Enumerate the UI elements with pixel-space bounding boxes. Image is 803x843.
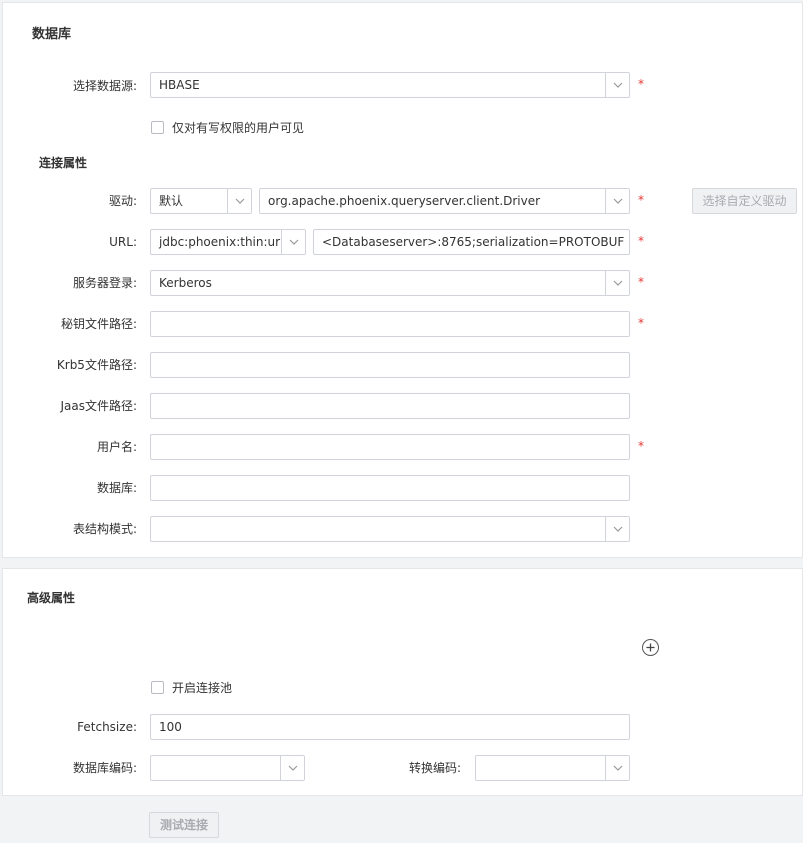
write-permission-label: 仅对有写权限的用户可见 [172, 120, 305, 135]
chevron-down-icon[interactable] [605, 73, 629, 97]
chevron-down-icon[interactable] [227, 189, 251, 213]
plus-circle-icon[interactable] [642, 639, 659, 656]
connection-pool-label: 开启连接池 [172, 680, 233, 695]
schema-label: 表结构模式: [72, 522, 137, 536]
chevron-down-icon[interactable] [605, 756, 629, 780]
chevron-down-icon[interactable] [281, 230, 305, 254]
server-login-value: Kerberos [159, 276, 212, 290]
database-input[interactable] [150, 475, 630, 501]
datasource-label: 选择数据源: [72, 79, 137, 93]
required-mark: * [638, 439, 644, 453]
chevron-down-icon[interactable] [280, 756, 304, 780]
chevron-down-icon[interactable] [605, 189, 629, 213]
driver-label: 驱动: [108, 194, 137, 208]
convert-encoding-select[interactable] [475, 755, 630, 781]
server-login-select[interactable]: Kerberos [150, 270, 630, 296]
test-connection-button[interactable]: 测试连接 [149, 812, 219, 838]
driver-type-select[interactable]: 默认 [150, 188, 252, 214]
username-label: 用户名: [96, 440, 137, 454]
db-encoding-label: 数据库编码: [72, 761, 137, 775]
schema-select[interactable] [150, 516, 630, 542]
chevron-down-icon[interactable] [605, 517, 629, 541]
username-input[interactable] [150, 434, 630, 460]
database-label: 数据库: [96, 481, 137, 495]
advanced-section-title: 高级属性 [27, 591, 76, 605]
jaas-path-input[interactable] [150, 393, 630, 419]
write-permission-checkbox-row[interactable]: 仅对有写权限的用户可见 [151, 119, 304, 135]
custom-driver-button[interactable]: 选择自定义驱动 [692, 188, 797, 214]
required-mark: * [638, 275, 644, 289]
required-mark: * [638, 316, 644, 330]
fetchsize-input[interactable]: 100 [150, 714, 630, 740]
database-panel: 数据库 选择数据源: HBASE * 仅对有写权限的用户可见 连接属性 驱动: … [2, 2, 803, 558]
convert-encoding-label: 转换编码: [408, 761, 461, 775]
datasource-select[interactable]: HBASE [150, 72, 630, 98]
connection-pool-checkbox-row[interactable]: 开启连接池 [151, 679, 232, 695]
connection-pool-checkbox[interactable] [151, 680, 164, 694]
required-mark: * [638, 234, 644, 248]
keytab-path-input[interactable] [150, 311, 630, 337]
write-permission-checkbox[interactable] [151, 120, 164, 134]
required-mark: * [638, 77, 644, 91]
server-login-label: 服务器登录: [72, 276, 137, 290]
database-section-title: 数据库 [32, 27, 72, 42]
db-encoding-select[interactable] [150, 755, 305, 781]
jaas-path-label: Jaas文件路径: [60, 399, 137, 413]
krb5-path-label: Krb5文件路径: [56, 358, 137, 372]
connection-section-title: 连接属性 [39, 156, 88, 170]
required-mark: * [638, 193, 644, 207]
fetchsize-label: Fetchsize: [77, 720, 137, 734]
url-label: URL: [109, 235, 137, 249]
keytab-path-label: 秘钥文件路径: [60, 317, 137, 331]
driver-type-value: 默认 [159, 194, 184, 208]
advanced-panel: 高级属性 开启连接池 Fetchsize: 100 数据库编码: 转换编码: [2, 568, 803, 796]
url-prefix-select[interactable]: jdbc:phoenix:thin:url=ht [150, 229, 306, 255]
driver-class-select[interactable]: org.apache.phoenix.queryserver.client.Dr… [259, 188, 630, 214]
krb5-path-input[interactable] [150, 352, 630, 378]
driver-class-value: org.apache.phoenix.queryserver.client.Dr… [268, 194, 541, 208]
url-input[interactable]: <Databaseserver>:8765;serialization=PROT… [313, 229, 630, 255]
chevron-down-icon[interactable] [605, 271, 629, 295]
datasource-value: HBASE [159, 78, 200, 92]
